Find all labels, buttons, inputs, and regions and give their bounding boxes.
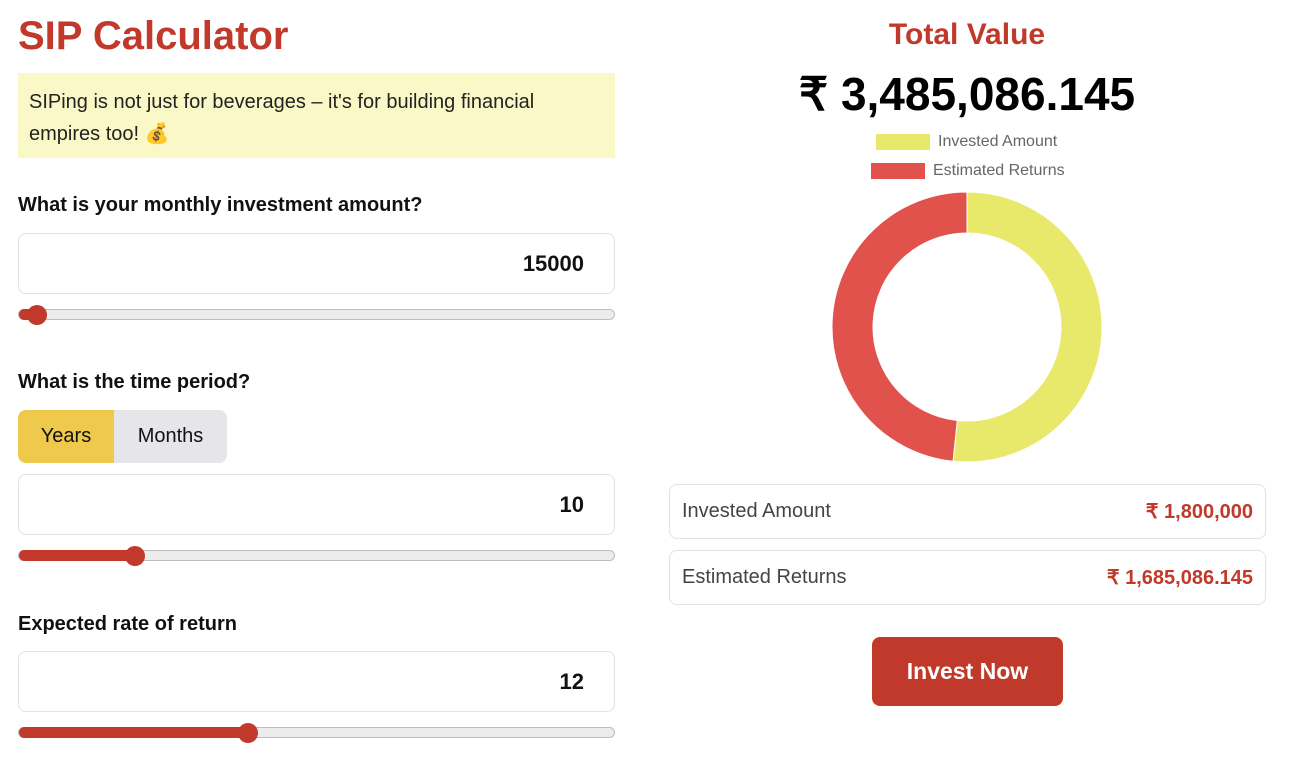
period-unit-toggle: Years Months [18,410,227,463]
invested-amount-value: ₹ 1,800,000 [1145,501,1253,523]
legend-item-returns[interactable]: Estimated Returns [871,162,1065,180]
slider-thumb[interactable] [238,723,258,743]
invest-now-button[interactable]: Invest Now [872,637,1063,706]
slider-fill [19,550,135,561]
invested-amount-row: Invested Amount ₹ 1,800,000 [669,484,1266,539]
legend-swatch-invested [876,134,930,150]
estimated-returns-row: Estimated Returns ₹ 1,685,086.145 [669,550,1266,605]
slider-thumb[interactable] [27,305,47,325]
rate-of-return-input[interactable]: 12 [18,651,615,712]
monthly-investment-input[interactable]: 15000 [18,233,615,294]
total-value-amount: ₹ 3,485,086.145 [798,68,1136,120]
estimated-returns-label: Estimated Returns [682,566,847,588]
monthly-investment-slider[interactable] [18,305,615,325]
estimated-returns-value: ₹ 1,685,086.145 [1106,567,1253,589]
donut-chart [832,192,1102,462]
page-title: SIP Calculator [18,14,289,58]
legend-label-returns: Estimated Returns [933,162,1065,179]
slider-fill [19,727,248,738]
months-toggle-button[interactable]: Months [114,410,227,463]
rate-of-return-slider[interactable] [18,723,615,743]
tagline-banner: SIPing is not just for beverages – it's … [18,73,615,158]
years-toggle-button[interactable]: Years [18,410,114,463]
total-value-label: Total Value [888,18,1046,51]
donut-slice-invested[interactable] [952,192,1102,462]
invested-amount-label: Invested Amount [682,500,831,522]
donut-slice-returns[interactable] [832,192,968,462]
time-period-slider[interactable] [18,546,615,566]
rate-of-return-label: Expected rate of return [18,613,237,635]
legend-swatch-returns [871,163,925,179]
legend-item-invested[interactable]: Invested Amount [876,133,1057,151]
time-period-input[interactable]: 10 [18,474,615,535]
time-period-label: What is the time period? [18,371,251,393]
legend-label-invested: Invested Amount [938,133,1058,150]
slider-thumb[interactable] [125,546,145,566]
monthly-investment-label: What is your monthly investment amount? [18,194,423,216]
